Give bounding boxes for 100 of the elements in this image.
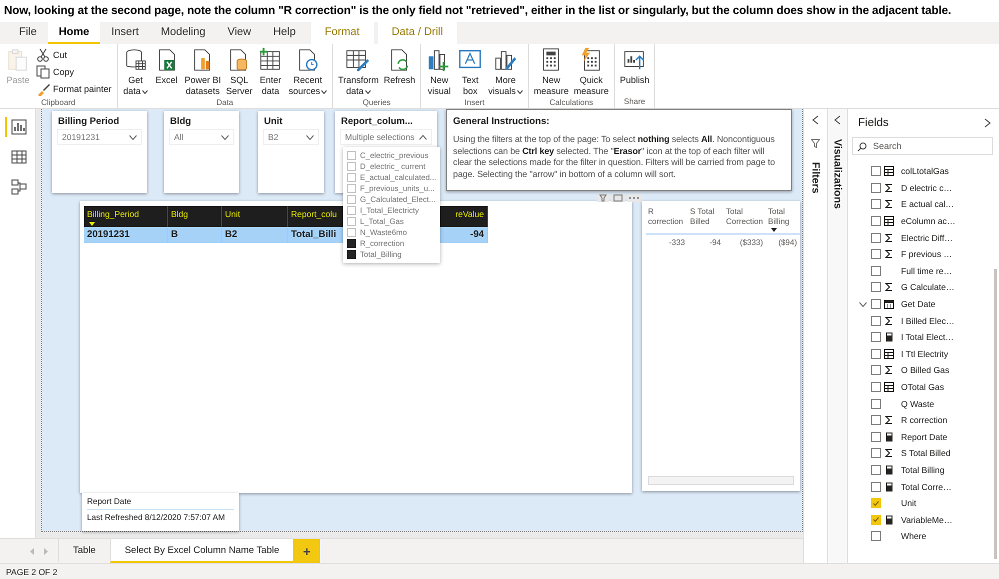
scrollbar[interactable]: [648, 476, 794, 485]
search-field[interactable]: Search: [852, 137, 993, 155]
checkbox[interactable]: [871, 531, 881, 542]
ribbon-button[interactable]: Transform data: [336, 47, 381, 97]
menu-tab[interactable]: Home: [48, 22, 100, 44]
checkbox[interactable]: [871, 182, 881, 193]
slicer-dropdown[interactable]: 20191231: [58, 130, 141, 144]
field-item[interactable]: Unit: [858, 494, 999, 512]
field-item[interactable]: Full time re…: [858, 262, 999, 280]
field-item[interactable]: I Total Elect…: [858, 328, 999, 346]
field-item[interactable]: I Billed Elec…: [858, 312, 999, 329]
sort-arrow-icon[interactable]: [771, 228, 777, 232]
ribbon-button[interactable]: Get data: [120, 47, 151, 97]
checkbox[interactable]: [871, 348, 881, 359]
field-item[interactable]: Report Date: [858, 428, 999, 446]
field-item[interactable]: OTotal Gas: [858, 378, 999, 396]
ribbon-button[interactable]: Enter data: [256, 47, 286, 97]
pane-title[interactable]: Filters: [810, 162, 822, 194]
slicer-dropdown[interactable]: All: [170, 130, 233, 144]
checkbox[interactable]: [871, 448, 881, 458]
pane-title[interactable]: Visualizations: [832, 139, 844, 209]
column-header[interactable]: Total Correction: [724, 207, 766, 235]
checkbox[interactable]: [871, 316, 881, 326]
column-header[interactable]: Total Billing: [766, 207, 800, 235]
checkbox[interactable]: [871, 365, 881, 376]
chevron-icon[interactable]: [859, 302, 867, 307]
field-item[interactable]: Where: [858, 528, 999, 545]
checkbox[interactable]: [871, 299, 881, 310]
slicer-dropdown[interactable]: B2: [264, 130, 318, 144]
ribbon-button[interactable]: SQL Server: [224, 47, 255, 97]
more-options-icon[interactable]: [627, 194, 641, 202]
checkbox[interactable]: [871, 166, 881, 176]
ribbon-button[interactable]: Copy: [34, 64, 114, 80]
slicer-dropdown[interactable]: Multiple selections: [341, 130, 431, 144]
menu-tab[interactable]: Modeling: [150, 22, 216, 44]
filter-icon[interactable]: [597, 194, 609, 202]
checkbox[interactable]: [871, 332, 881, 342]
ribbon-button[interactable]: Format painter: [34, 81, 114, 97]
sort-arrow-icon[interactable]: [89, 222, 95, 226]
field-item[interactable]: E actual cal…: [858, 196, 999, 213]
ribbon-button[interactable]: Text box: [455, 47, 486, 97]
ribbon-button[interactable]: New measure: [532, 47, 571, 97]
field-item[interactable]: D electric c…: [858, 180, 999, 196]
collapse-icon[interactable]: [812, 115, 820, 125]
field-item[interactable]: S Total Billed: [858, 445, 999, 462]
collapse-icon[interactable]: [834, 115, 842, 125]
ribbon-button[interactable]: Power BI datasets: [182, 47, 224, 97]
checkbox[interactable]: [871, 382, 881, 392]
paintbrush-icon: [36, 82, 50, 96]
field-item[interactable]: Q Waste: [858, 395, 999, 412]
checkbox[interactable]: [871, 266, 881, 276]
checkbox[interactable]: [347, 239, 356, 248]
checkbox[interactable]: [871, 432, 881, 442]
ribbon-button[interactable]: Excel: [152, 47, 182, 86]
ribbon-button[interactable]: Recent sources: [286, 47, 330, 97]
field-item[interactable]: F previous …: [858, 246, 999, 263]
field-item[interactable]: G Calculate…: [858, 279, 999, 296]
menu-tab[interactable]: Format: [310, 22, 374, 44]
checkbox[interactable]: [871, 232, 881, 243]
column-header[interactable]: S Total Billed: [688, 207, 724, 235]
checkbox[interactable]: [871, 282, 881, 292]
ribbon-button[interactable]: More visuals: [486, 47, 525, 97]
field-item[interactable]: O Billed Gas: [858, 362, 999, 379]
add-page-button[interactable]: +: [293, 539, 320, 563]
checkbox[interactable]: [871, 464, 881, 475]
field-label: Get Date: [901, 299, 936, 310]
checkbox[interactable]: [871, 216, 881, 226]
menu-tab[interactable]: View: [216, 22, 262, 44]
column-header[interactable]: R correction: [646, 207, 688, 235]
field-item[interactable]: VariableMe…: [858, 511, 999, 528]
field-item[interactable]: Total Corre…: [858, 478, 999, 495]
checkbox[interactable]: [871, 199, 881, 210]
field-item[interactable]: Total Billing: [858, 462, 999, 478]
ribbon-button[interactable]: Cut: [34, 47, 114, 63]
menu-tab[interactable]: Data / Drill: [378, 22, 457, 44]
menu-tab[interactable]: Help: [262, 22, 307, 44]
checkbox[interactable]: [347, 250, 356, 259]
field-item[interactable]: Electric Diff…: [858, 229, 999, 246]
ribbon-button[interactable]: Publish: [618, 47, 652, 86]
scrollbar[interactable]: [994, 269, 997, 559]
field-item[interactable]: I Ttl Electrity: [858, 346, 999, 362]
ribbon-button[interactable]: Quick measure: [572, 47, 611, 97]
field-item[interactable]: colLtotalGas: [858, 163, 999, 180]
checkbox[interactable]: [871, 415, 881, 426]
ribbon-button[interactable]: Refresh: [382, 47, 418, 86]
expand-icon[interactable]: [984, 118, 991, 128]
checkbox[interactable]: [871, 482, 881, 492]
checkbox[interactable]: [871, 398, 881, 409]
column-header[interactable]: Unit: [222, 206, 288, 227]
field-item[interactable]: eColumn ac…: [858, 212, 999, 230]
focus-icon[interactable]: [611, 194, 625, 202]
page-tab[interactable]: Select By Excel Column Name Table: [110, 539, 294, 563]
ribbon-button[interactable]: New visual: [424, 47, 454, 97]
field-item[interactable]: Get Date: [858, 296, 999, 312]
field-item[interactable]: R correction: [858, 412, 999, 428]
checkbox[interactable]: [871, 249, 881, 260]
column-header[interactable]: Billing_Period: [84, 206, 168, 227]
column-header[interactable]: Bldg: [168, 206, 222, 227]
menu-tab[interactable]: File: [8, 22, 48, 44]
menu-tab[interactable]: Insert: [100, 22, 150, 44]
